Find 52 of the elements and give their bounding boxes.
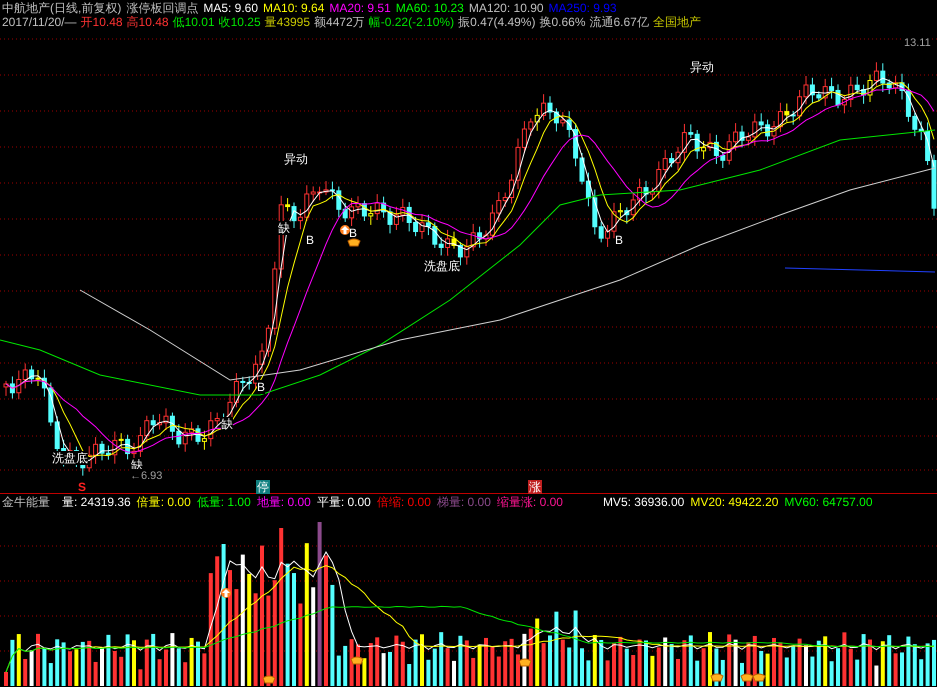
mv-reading: MV60: 64757.00 [784, 495, 872, 509]
quote-value: 幅-0.22(-2.10%) [368, 15, 454, 29]
quote-value: 低10.01 [172, 15, 215, 29]
ingot-icon [347, 237, 361, 247]
indicator-reading: 倍量: 0.00 [136, 495, 191, 509]
indicator-reading: 地量: 0.00 [256, 495, 311, 509]
ingot-icon [740, 672, 754, 682]
mv-reading: MV5: 36936.00 [602, 495, 684, 509]
ma-reading: MA120: 10.90 [468, 1, 544, 15]
signal-marker: 停 [256, 480, 270, 494]
signal-label: 异动 [690, 60, 714, 74]
quote-value: 开10.48 [80, 15, 123, 29]
indicator-reading: 倍缩: 0.00 [376, 495, 431, 509]
signal-label: B [349, 226, 358, 240]
ingot-icon [752, 672, 766, 682]
up-arrow-icon [340, 225, 350, 235]
signal-label: 缺 [278, 221, 290, 235]
indicator-title: 涨停板回调点 [126, 1, 198, 15]
signal-label: 缺 [221, 417, 233, 431]
quote-value: 2017/11/20/— [2, 15, 77, 29]
ingot-icon [350, 655, 364, 665]
ingot-icon [710, 672, 724, 682]
indicator-name: 金牛能量 [2, 495, 50, 509]
quote-value: 全国地产 [652, 15, 701, 29]
indicator-reading: 梯量: 0.00 [436, 495, 491, 509]
indicator-reading: 低量: 1.00 [196, 495, 251, 509]
indicator-reading: 量: 24319.36 [62, 495, 131, 509]
signal-marker: 涨 [528, 480, 542, 494]
stock-title: 中航地产(日线,前复权) [2, 1, 122, 15]
ma-reading: MA20: 9.51 [329, 1, 391, 15]
up-arrow-icon [221, 588, 231, 598]
quote-value: 振0.47(4.49%) [458, 15, 536, 29]
sell-marker: S [78, 480, 86, 494]
mv-reading: MV20: 49422.20 [690, 495, 778, 509]
ma-reading: MA5: 9.60 [203, 1, 258, 15]
signal-label: 洗盘底 [424, 259, 460, 273]
quote-value: 收10.25 [218, 15, 261, 29]
signal-label: B [257, 380, 266, 394]
signal-label: 洗盘底 [52, 451, 88, 465]
quote-value: 量43995 [264, 15, 310, 29]
quote-value: 高10.48 [126, 15, 169, 29]
quote-value: 额4472万 [314, 15, 365, 29]
ma-reading: MA250: 9.93 [548, 1, 617, 15]
indicator-reading: 缩量涨: 0.00 [496, 495, 563, 509]
signal-label: 异动 [284, 152, 308, 166]
signal-label: B [306, 233, 314, 247]
ma-reading: MA60: 10.23 [396, 1, 464, 15]
quote-value: 流通6.67亿 [590, 15, 649, 29]
indicator-reading: 平量: 0.00 [316, 495, 371, 509]
signal-label: B [615, 233, 624, 247]
quote-value: 换0.66% [539, 15, 586, 29]
ma-reading: MA10: 9.64 [263, 1, 324, 15]
